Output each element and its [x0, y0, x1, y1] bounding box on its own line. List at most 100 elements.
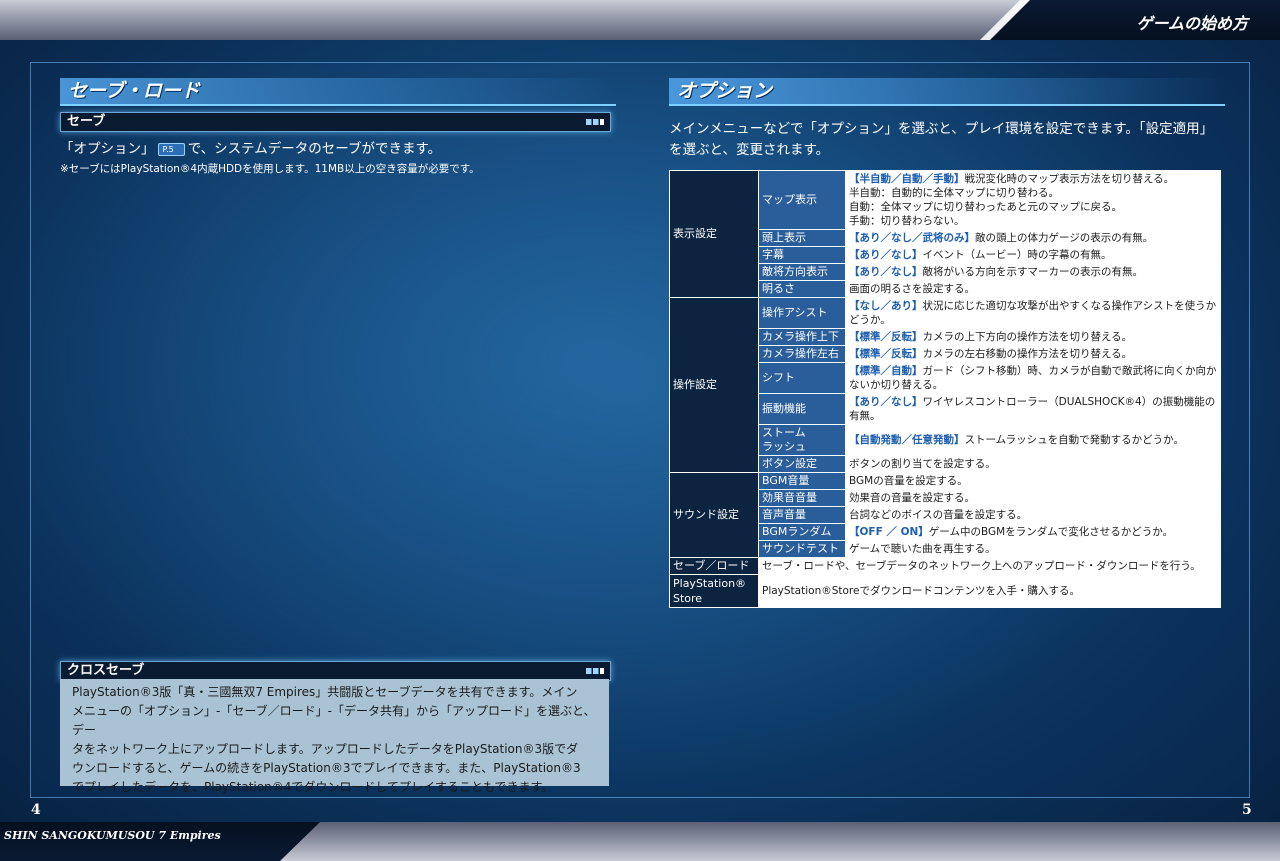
option-desc: 【あり／なし】ワイヤレスコントローラー（DUALSHOCK®4）の振動機能の有無… — [845, 393, 1221, 425]
option-text: 敵将がいる方向を示すマーカーの表示の有無。 — [922, 266, 1144, 278]
options-intro-line: メインメニューなどで「オプション」を選ぶと、プレイ環境を設定できます。「設定適用… — [669, 121, 1214, 137]
options-section-title: オプション — [669, 78, 1225, 106]
option-desc: PlayStation®Storeでダウンロードコンテンツを入手・購入する。 — [758, 574, 1221, 608]
option-desc: ゲームで聴いた曲を再生する。 — [845, 540, 1221, 558]
option-desc: 【標準／自動】ガード（シフト移動）時、カメラが自動で敵武将に向くか向かないか切り… — [845, 362, 1221, 394]
cross-save-line: PlayStation®3版「真・三國無双7 Empires」共闘版とセーブデー… — [72, 685, 578, 699]
option-values: 【標準／自動】 — [849, 365, 923, 377]
save-text-after: で、システムデータのセーブができます。 — [187, 141, 442, 157]
option-desc: 【OFF ／ ON】ゲーム中のBGMをランダムで変化させるかどうか。 — [845, 523, 1221, 541]
option-values: 【半自動／自動／手動】 — [849, 173, 965, 185]
cross-save-subheading: クロスセーブ — [60, 661, 611, 681]
option-text: 戦況変化時のマップ表示方法を切り替える。 — [964, 173, 1175, 185]
option-desc: 【半自動／自動／手動】戦況変化時のマップ表示方法を切り替える。 半自動：自動的に… — [845, 170, 1221, 230]
option-desc: 【あり／なし】イベント（ムービー）時の字幕の有無。 — [845, 246, 1221, 264]
option-text: イベント（ムービー）時の字幕の有無。 — [922, 249, 1112, 261]
option-item-bgm-random: BGMランダム — [758, 523, 846, 541]
option-item-bgm-volume: BGM音量 — [758, 472, 846, 490]
option-values: 【あり／なし／武将のみ】 — [849, 232, 975, 244]
option-text: ストームラッシュを自動で発動するかどうか。 — [964, 434, 1184, 446]
category-display: 表示設定 — [669, 170, 759, 298]
save-text-before: 「オプション」 — [60, 141, 155, 157]
game-title: SHIN SANGOKUMUSOU 7 Empires — [4, 829, 221, 842]
table-row: 操作設定 操作アシスト 【なし／あり】状況に応じた適切な攻撃が出やすくなる操作ア… — [669, 297, 1221, 473]
option-item-se-volume: 効果音音量 — [758, 489, 846, 507]
cross-save-line: メニューの「オプション」-「セーブ／ロード」-「データ共有」から「アップロード」… — [72, 704, 596, 737]
option-subtext: 手動：切り替わらない。 — [849, 215, 965, 227]
option-item-button-config: ボタン設定 — [758, 455, 846, 473]
option-item-subtitles: 字幕 — [758, 246, 846, 264]
category-store: PlayStation® Store — [669, 574, 759, 608]
option-item-overhead: 頭上表示 — [758, 229, 846, 247]
option-desc: 【あり／なし／武将のみ】敵の頭上の体力ゲージの表示の有無。 — [845, 229, 1221, 247]
category-controls: 操作設定 — [669, 297, 759, 473]
options-intro-line: を選ぶと、変更されます。 — [669, 142, 830, 158]
chapter-title: ゲームの始め方 — [1136, 14, 1248, 33]
option-desc: セーブ・ロードや、セーブデータのネットワーク上へのアップロード・ダウンロードを行… — [758, 557, 1221, 575]
subheading-mark-icon — [586, 668, 604, 674]
category-save-load: セーブ／ロード — [669, 557, 759, 575]
option-text: 敵の頭上の体力ゲージの表示の有無。 — [975, 232, 1154, 244]
option-text: カメラの上下方向の操作方法を切り替える。 — [922, 331, 1133, 343]
save-note: ※セーブにはPlayStation®4内蔵HDDを使用します。11MB以上の空き… — [60, 163, 480, 175]
cross-save-box: PlayStation®3版「真・三國無双7 Empires」共闘版とセーブデー… — [60, 679, 609, 794]
option-item-assist: 操作アシスト — [758, 297, 846, 329]
option-item-brightness: 明るさ — [758, 280, 846, 298]
option-desc: 【自動発動／任意発動】ストームラッシュを自動で発動するかどうか。 — [845, 424, 1221, 456]
cross-save-line: ウンロードすると、ゲームの続きをPlayStation®3でプレイできます。また… — [72, 761, 581, 775]
page-number-left: 4 — [31, 802, 41, 818]
option-subtext: 自動：全体マップに切り替わったあと元のマップに戻る。 — [849, 201, 1122, 213]
option-desc: 【標準／反転】カメラの左右移動の操作方法を切り替える。 — [845, 345, 1221, 363]
page-reference-icon[interactable]: P.5 — [157, 143, 185, 156]
table-row: サウンド設定 BGM音量 BGMの音量を設定する。 — [669, 472, 1221, 558]
option-text: 画面の明るさを設定する。 — [849, 283, 975, 295]
option-values: 【標準／反転】 — [849, 348, 923, 360]
cross-save-line: タをネットワーク上にアップロードします。アップロードしたデータをPlayStat… — [72, 742, 579, 756]
option-text: BGMの音量を設定する。 — [849, 475, 968, 487]
table-row: PlayStation® Store PlayStation®Storeでダウン… — [669, 574, 1221, 608]
category-sound: サウンド設定 — [669, 472, 759, 558]
option-values: 【あり／なし】 — [849, 266, 923, 278]
options-intro: メインメニューなどで「オプション」を選ぶと、プレイ環境を設定できます。「設定適用… — [669, 119, 1213, 161]
header-bar — [0, 0, 1280, 40]
save-heading-label: セーブ — [67, 114, 106, 129]
cross-save-heading-label: クロスセーブ — [67, 663, 145, 678]
option-text: カメラの左右移動の操作方法を切り替える。 — [922, 348, 1133, 360]
table-row: セーブ／ロード セーブ・ロードや、セーブデータのネットワーク上へのアップロード・… — [669, 557, 1221, 575]
option-subtext: 半自動：自動的に全体マップに切り替わる。 — [849, 187, 1059, 199]
page-number-right: 5 — [1242, 802, 1252, 818]
options-table: 表示設定 マップ表示 【半自動／自動／手動】戦況変化時のマップ表示方法を切り替え… — [669, 170, 1221, 608]
cross-save-line: でプレイしたデータを、PlayStation®4でダウンロードしてプレイすること… — [72, 780, 554, 794]
option-values: 【標準／反転】 — [849, 331, 923, 343]
table-row: 表示設定 マップ表示 【半自動／自動／手動】戦況変化時のマップ表示方法を切り替え… — [669, 170, 1221, 298]
option-text: 台詞などのボイスの音量を設定する。 — [849, 509, 1028, 521]
option-text: ボタンの割り当てを設定する。 — [849, 458, 996, 470]
option-text: ゲームで聴いた曲を再生する。 — [849, 543, 996, 555]
option-desc: 台詞などのボイスの音量を設定する。 — [845, 506, 1221, 524]
option-item-voice-volume: 音声音量 — [758, 506, 846, 524]
option-values: 【なし／あり】 — [849, 300, 923, 312]
option-desc: 【あり／なし】敵将がいる方向を示すマーカーの表示の有無。 — [845, 263, 1221, 281]
option-values: 【自動発動／任意発動】 — [849, 434, 965, 446]
option-desc: ボタンの割り当てを設定する。 — [845, 455, 1221, 473]
save-load-section-title: セーブ・ロード — [60, 78, 616, 106]
option-item-shift: シフト — [758, 362, 846, 394]
option-item-storm-rush: ストーム ラッシュ — [758, 424, 846, 456]
option-desc: 効果音の音量を設定する。 — [845, 489, 1221, 507]
option-item-enemy-direction: 敵将方向表示 — [758, 263, 846, 281]
option-values: 【あり／なし】 — [849, 249, 923, 261]
option-text: ゲーム中のBGMをランダムで変化させるかどうか。 — [928, 526, 1173, 538]
option-values: 【OFF ／ ON】 — [849, 526, 929, 538]
option-item-camera-vertical: カメラ操作上下 — [758, 328, 846, 346]
option-desc: 画面の明るさを設定する。 — [845, 280, 1221, 298]
subheading-mark-icon — [586, 119, 604, 125]
option-item-vibration: 振動機能 — [758, 393, 846, 425]
save-subheading: セーブ — [60, 112, 611, 132]
option-item-map-display: マップ表示 — [758, 170, 846, 230]
option-desc: 【なし／あり】状況に応じた適切な攻撃が出やすくなる操作アシストを使うかどうか。 — [845, 297, 1221, 329]
option-values: 【あり／なし】 — [849, 396, 923, 408]
option-desc: 【標準／反転】カメラの上下方向の操作方法を切り替える。 — [845, 328, 1221, 346]
option-item-sound-test: サウンドテスト — [758, 540, 846, 558]
option-item-camera-horizontal: カメラ操作左右 — [758, 345, 846, 363]
option-text: 効果音の音量を設定する。 — [849, 492, 975, 504]
